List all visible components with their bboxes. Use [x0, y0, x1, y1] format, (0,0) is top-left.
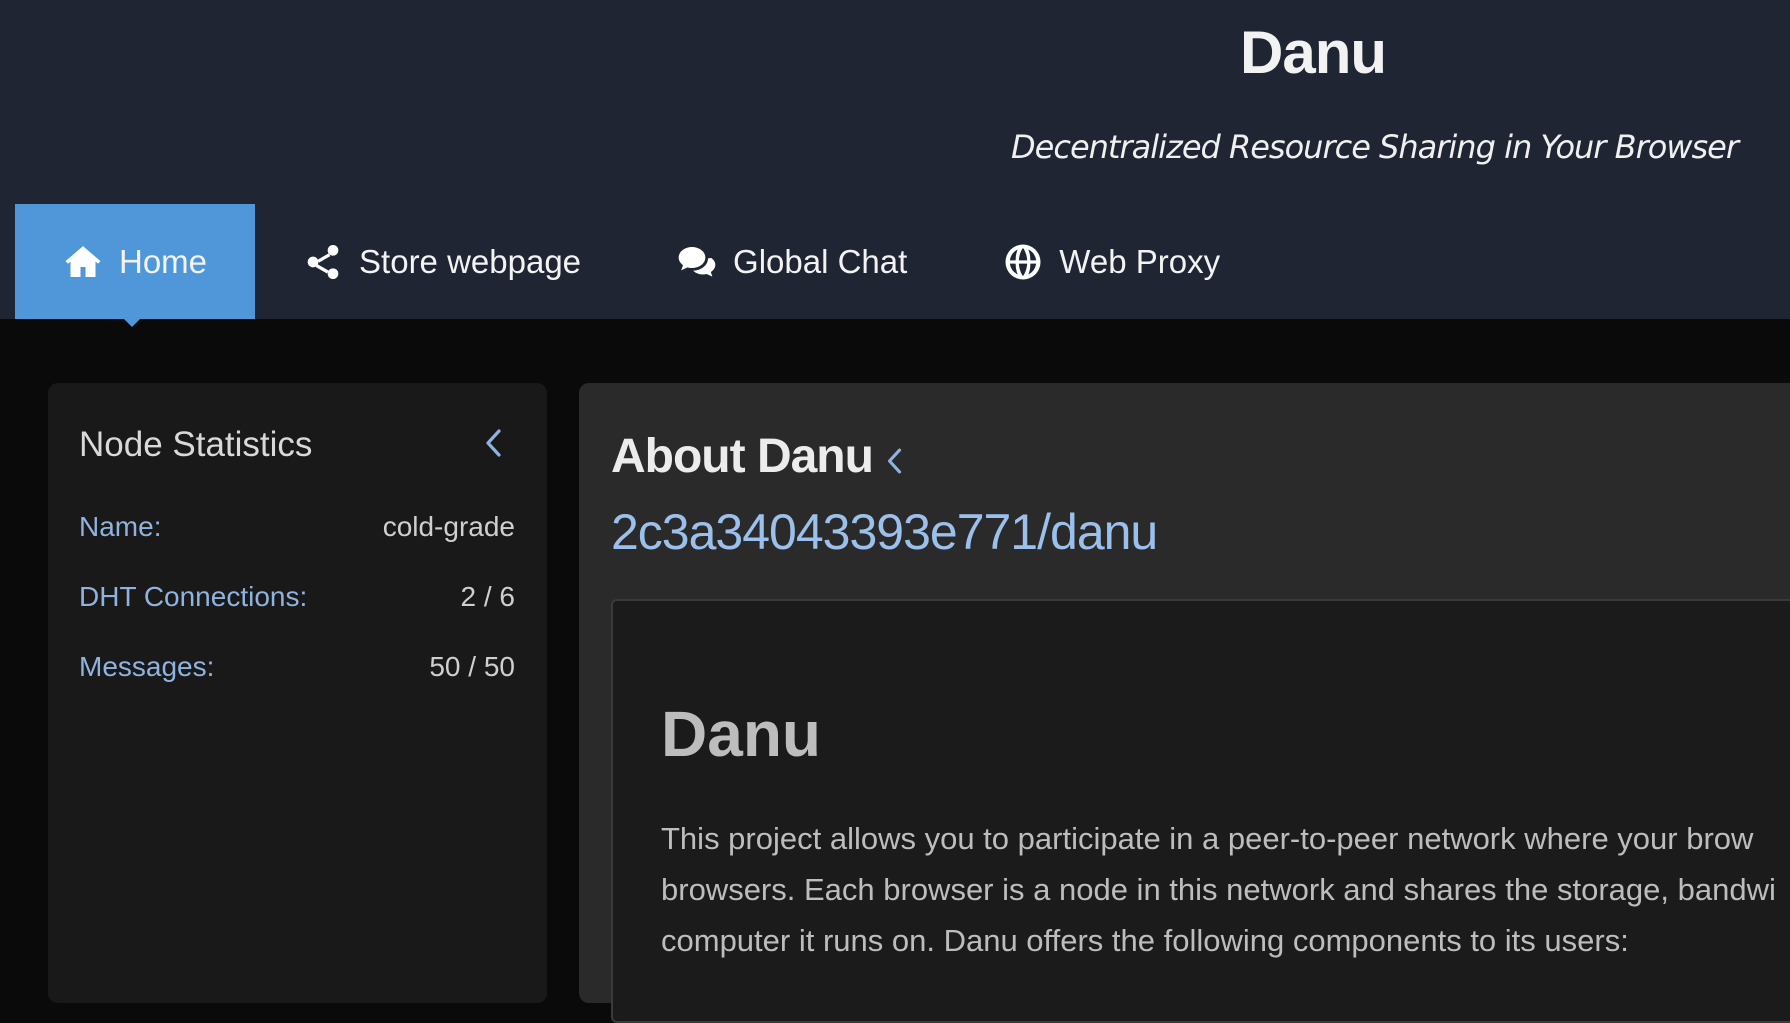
- readme-content: Danu This project allows you to particip…: [611, 599, 1790, 1023]
- panel-title: Node Statistics: [79, 425, 313, 464]
- nav-item-global-chat[interactable]: Global Chat: [629, 204, 955, 319]
- app-header: Danu Decentralized Resource Sharing in Y…: [0, 0, 1790, 327]
- stat-value: 2 / 6: [460, 581, 515, 612]
- readme-heading: Danu: [661, 698, 821, 770]
- paragraph-line: browsers. Each browser is a node in this…: [661, 872, 1776, 907]
- nav-item-store-webpage[interactable]: Store webpage: [255, 204, 629, 319]
- nav-item-label: Global Chat: [733, 242, 908, 280]
- nav-item-label: Store webpage: [359, 242, 582, 280]
- home-icon: [65, 245, 101, 277]
- nav-item-web-proxy[interactable]: Web Proxy: [955, 204, 1268, 319]
- nav-item-home[interactable]: Home: [15, 204, 256, 327]
- stat-row-name: Name: cold-grade: [79, 511, 515, 543]
- chevron-left-icon[interactable]: [483, 426, 505, 460]
- stat-row-dht-connections: DHT Connections: 2 / 6: [79, 581, 515, 613]
- brand-title: Danu: [1240, 19, 1387, 86]
- node-statistics-panel: Node Statistics Name: cold-grade DHT Con…: [48, 383, 547, 1003]
- chat-icon: [678, 246, 716, 277]
- stat-value: cold-grade: [382, 511, 515, 542]
- main-nav: Home Store webpage Global Chat Web Proxy: [15, 204, 1268, 327]
- globe-icon: [1005, 244, 1041, 279]
- stat-row-messages: Messages: 50 / 50: [79, 651, 515, 683]
- paragraph-line: This project allows you to participate i…: [661, 821, 1754, 856]
- chevron-left-icon[interactable]: [885, 445, 905, 477]
- stat-label: Name:: [79, 511, 162, 542]
- nav-item-label: Home: [119, 242, 208, 280]
- about-panel: About Danu 2c3a34043393e771/danu Danu Th…: [579, 383, 1790, 1023]
- stat-label: Messages:: [79, 651, 215, 682]
- share-icon: [307, 244, 339, 279]
- stat-label: DHT Connections:: [79, 581, 308, 612]
- about-title: About Danu: [611, 430, 874, 483]
- paragraph-line: computer it runs on. Danu offers the fol…: [661, 923, 1629, 958]
- nav-item-label: Web Proxy: [1059, 242, 1221, 280]
- readme-paragraph: This project allows you to participate i…: [661, 813, 1790, 966]
- stat-value: 50 / 50: [429, 651, 515, 682]
- brand-subtitle: Decentralized Resource Sharing in Your B…: [1011, 128, 1739, 166]
- repo-link[interactable]: 2c3a34043393e771/danu: [611, 503, 1158, 561]
